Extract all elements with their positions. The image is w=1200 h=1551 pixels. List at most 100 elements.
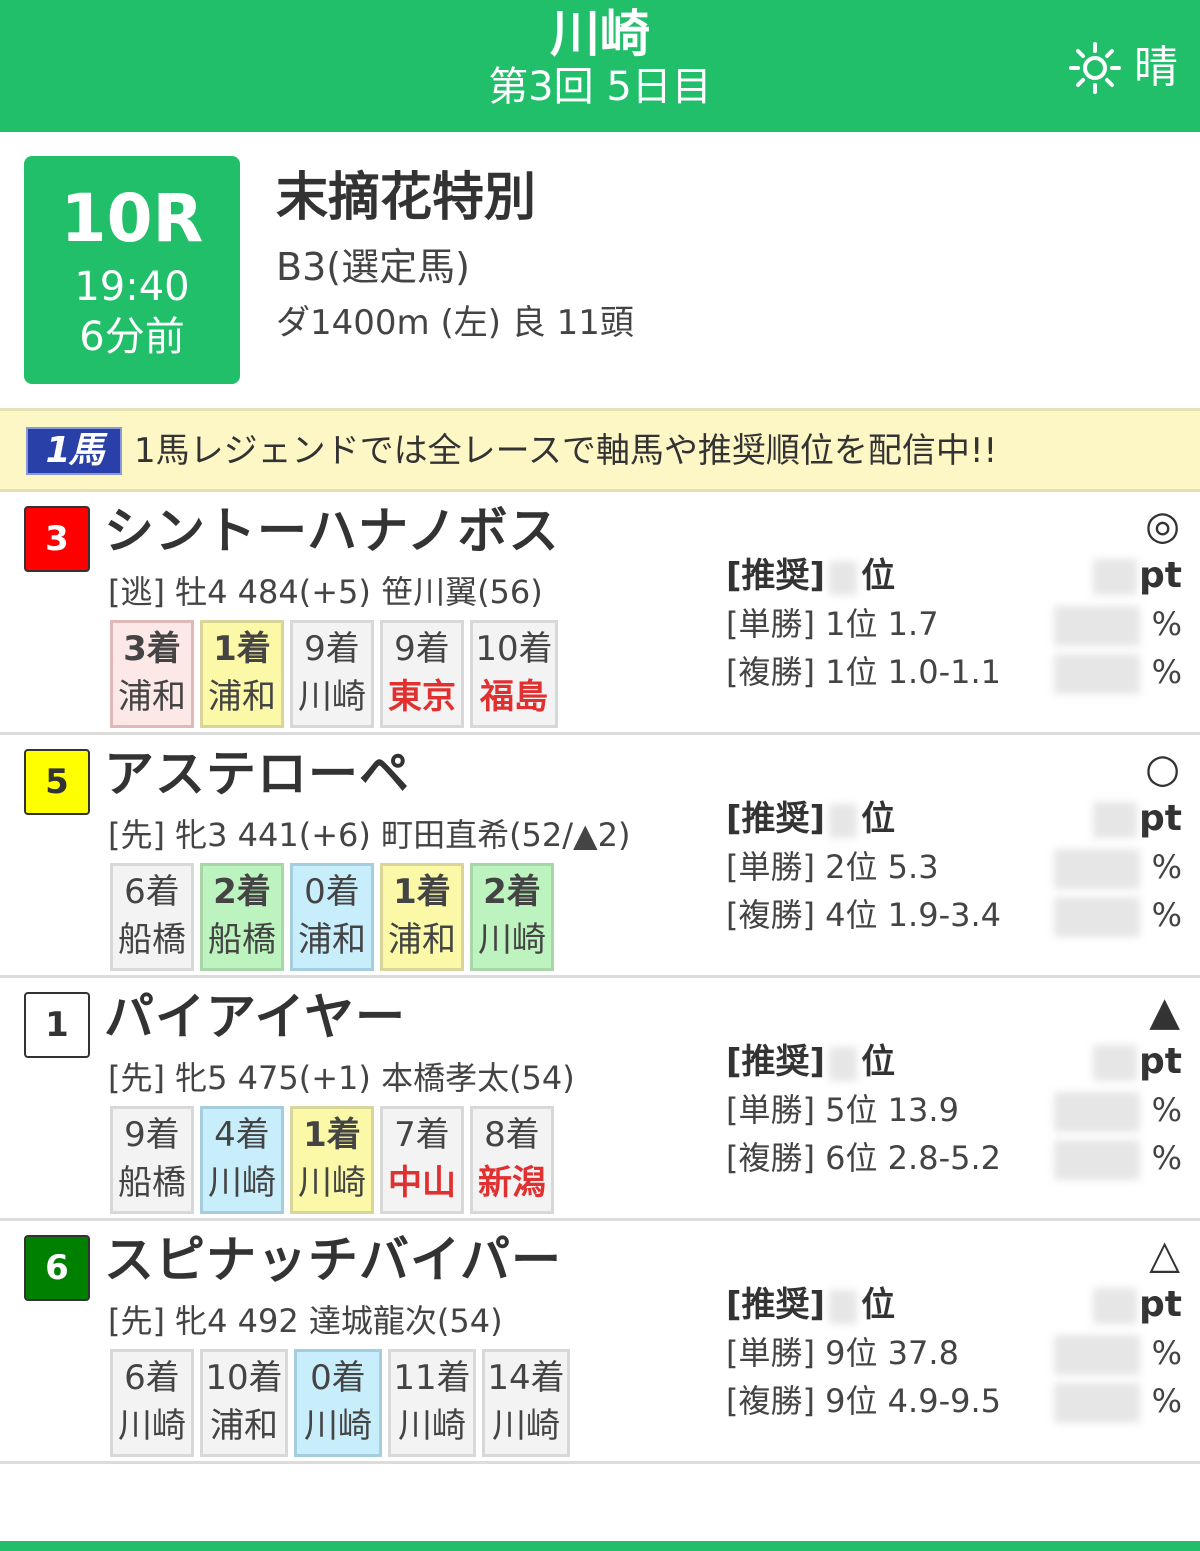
pct-unit: % [1151,1334,1182,1372]
pt-unit: pt [1139,1041,1182,1082]
win-percent: % [1053,602,1182,646]
place-odds: [複勝] 9位 4.9-9.5 [726,1382,1002,1420]
past-rank: 14着 [487,1358,565,1398]
past-result: 6着 川崎 [110,1349,194,1457]
past-venue: 浦和 [210,1406,278,1446]
weather-label: 晴 [1134,42,1178,93]
past-venue: 川崎 [304,1406,372,1446]
hidden-value [1053,849,1140,889]
points: pt [1093,795,1182,843]
past-rank: 3着 [123,629,181,669]
recommend-label: [推奨] [726,1285,826,1325]
hidden-value [1093,1288,1138,1324]
horse-row[interactable]: 1 パイアイヤー [先] 牝5 475(+1) 本橋孝太(54) 9着 船橋 4… [0,978,1200,1221]
post-time: 19:40 [74,264,190,310]
past-results: 9着 船橋 4着 川崎 1着 川崎 7着 中山 8着 新潟 [110,1106,554,1214]
rank-unit: 位 [861,556,896,596]
past-result: 14着 川崎 [482,1349,570,1457]
prediction-mark: ◎ [1145,503,1180,549]
sun-icon [1069,42,1121,94]
prediction-mark: ▲ [1149,989,1180,1035]
horse-info: [先] 牝5 475(+1) 本橋孝太(54) [108,1059,575,1097]
past-result: 1着 浦和 [380,863,464,971]
pct-unit: % [1151,605,1182,643]
hidden-value [1053,654,1140,694]
past-venue: 川崎 [298,677,366,717]
past-result: 0着 浦和 [290,863,374,971]
points: pt [1093,1281,1182,1329]
past-rank: 0着 [304,872,360,912]
past-rank: 10着 [205,1358,283,1398]
past-venue: 東京 [388,677,456,717]
past-result: 11着 川崎 [388,1349,476,1457]
pct-unit: % [1151,848,1182,886]
recommend-label: [推奨] [726,1042,826,1082]
past-result: 4着 川崎 [200,1106,284,1214]
past-venue: 中山 [388,1163,456,1203]
past-result: 9着 川崎 [290,620,374,728]
horse-name[interactable]: スピナッチバイパー [104,1227,562,1293]
past-result: 2着 船橋 [200,863,284,971]
hidden-value [1053,897,1140,937]
past-result: 8着 新潟 [470,1106,554,1214]
promo-text: 1馬レジェンドでは全レースで軸馬や推奨順位を配信中!! [134,431,998,471]
rank-unit: 位 [861,1285,896,1325]
race-conditions: ダ1400m (左) 良 11頭 [276,303,634,343]
past-rank: 7着 [394,1115,450,1155]
horse-number: 5 [24,749,90,815]
past-rank: 6着 [124,1358,180,1398]
recommend-label: [推奨] [726,556,826,596]
past-result: 0着 川崎 [294,1349,382,1457]
horse-info: [逃] 牡4 484(+5) 笹川翼(56) [108,573,543,611]
hidden-value [1053,1140,1140,1180]
place-odds: [複勝] 1位 1.0-1.1 [726,653,1002,691]
past-rank: 6着 [124,872,180,912]
past-result: 3着 浦和 [110,620,194,728]
race-number-box: 10R 19:40 6分前 [24,156,240,384]
past-result: 9着 東京 [380,620,464,728]
past-result: 1着 川崎 [290,1106,374,1214]
past-venue: 川崎 [208,1163,276,1203]
recommend-rank: [推奨] 位 [726,1281,895,1329]
recommend-rank: [推奨] 位 [726,552,895,600]
place-percent: % [1053,893,1182,937]
horse-row[interactable]: 5 アステローペ [先] 牝3 441(+6) 町田直希(52/▲2) 6着 船… [0,735,1200,978]
place-percent: % [1053,650,1182,694]
place-odds: [複勝] 6位 2.8-5.2 [726,1139,1002,1177]
meeting-day: 第3回 5日目 [488,64,712,110]
win-percent: % [1053,1331,1182,1375]
win-odds: [単勝] 9位 37.8 [726,1334,959,1372]
horse-name[interactable]: シントーハナノボス [104,498,560,564]
past-result: 7着 中山 [380,1106,464,1214]
hidden-value [1093,559,1138,595]
hidden-value [829,1046,858,1081]
horse-name[interactable]: アステローペ [104,741,410,807]
rank-unit: 位 [861,799,896,839]
past-results: 6着 船橋 2着 船橋 0着 浦和 1着 浦和 2着 川崎 [110,863,554,971]
pt-unit: pt [1139,1284,1182,1325]
place-odds: [複勝] 4位 1.9-3.4 [726,896,1002,934]
past-rank: 1着 [393,872,451,912]
past-result: 1着 浦和 [200,620,284,728]
past-venue: 川崎 [478,920,546,960]
place-percent: % [1053,1136,1182,1180]
horse-name[interactable]: パイアイヤー [104,984,406,1050]
past-result: 9着 船橋 [110,1106,194,1214]
past-rank: 1着 [213,629,271,669]
past-rank: 10着 [475,629,553,669]
horse-row[interactable]: 6 スピナッチバイパー [先] 牝4 492 達城龍次(54) 6着 川崎 10… [0,1221,1200,1464]
horse-row[interactable]: 3 シントーハナノボス [逃] 牡4 484(+5) 笹川翼(56) 3着 浦和… [0,492,1200,735]
past-rank: 9着 [304,629,360,669]
hidden-value [829,560,858,595]
pt-unit: pt [1139,798,1182,839]
past-venue: 川崎 [118,1406,186,1446]
race-name: 末摘花特別 [276,168,537,228]
past-results: 3着 浦和 1着 浦和 9着 川崎 9着 東京 10着 福島 [110,620,558,728]
rank-unit: 位 [861,1042,896,1082]
win-odds: [単勝] 2位 5.3 [726,848,939,886]
promo-banner[interactable]: 1馬 1馬レジェンドでは全レースで軸馬や推奨順位を配信中!! [0,408,1200,492]
past-venue: 船橋 [208,920,276,960]
win-odds: [単勝] 1位 1.7 [726,605,939,643]
footer-bar [0,1541,1200,1551]
place-percent: % [1053,1379,1182,1423]
